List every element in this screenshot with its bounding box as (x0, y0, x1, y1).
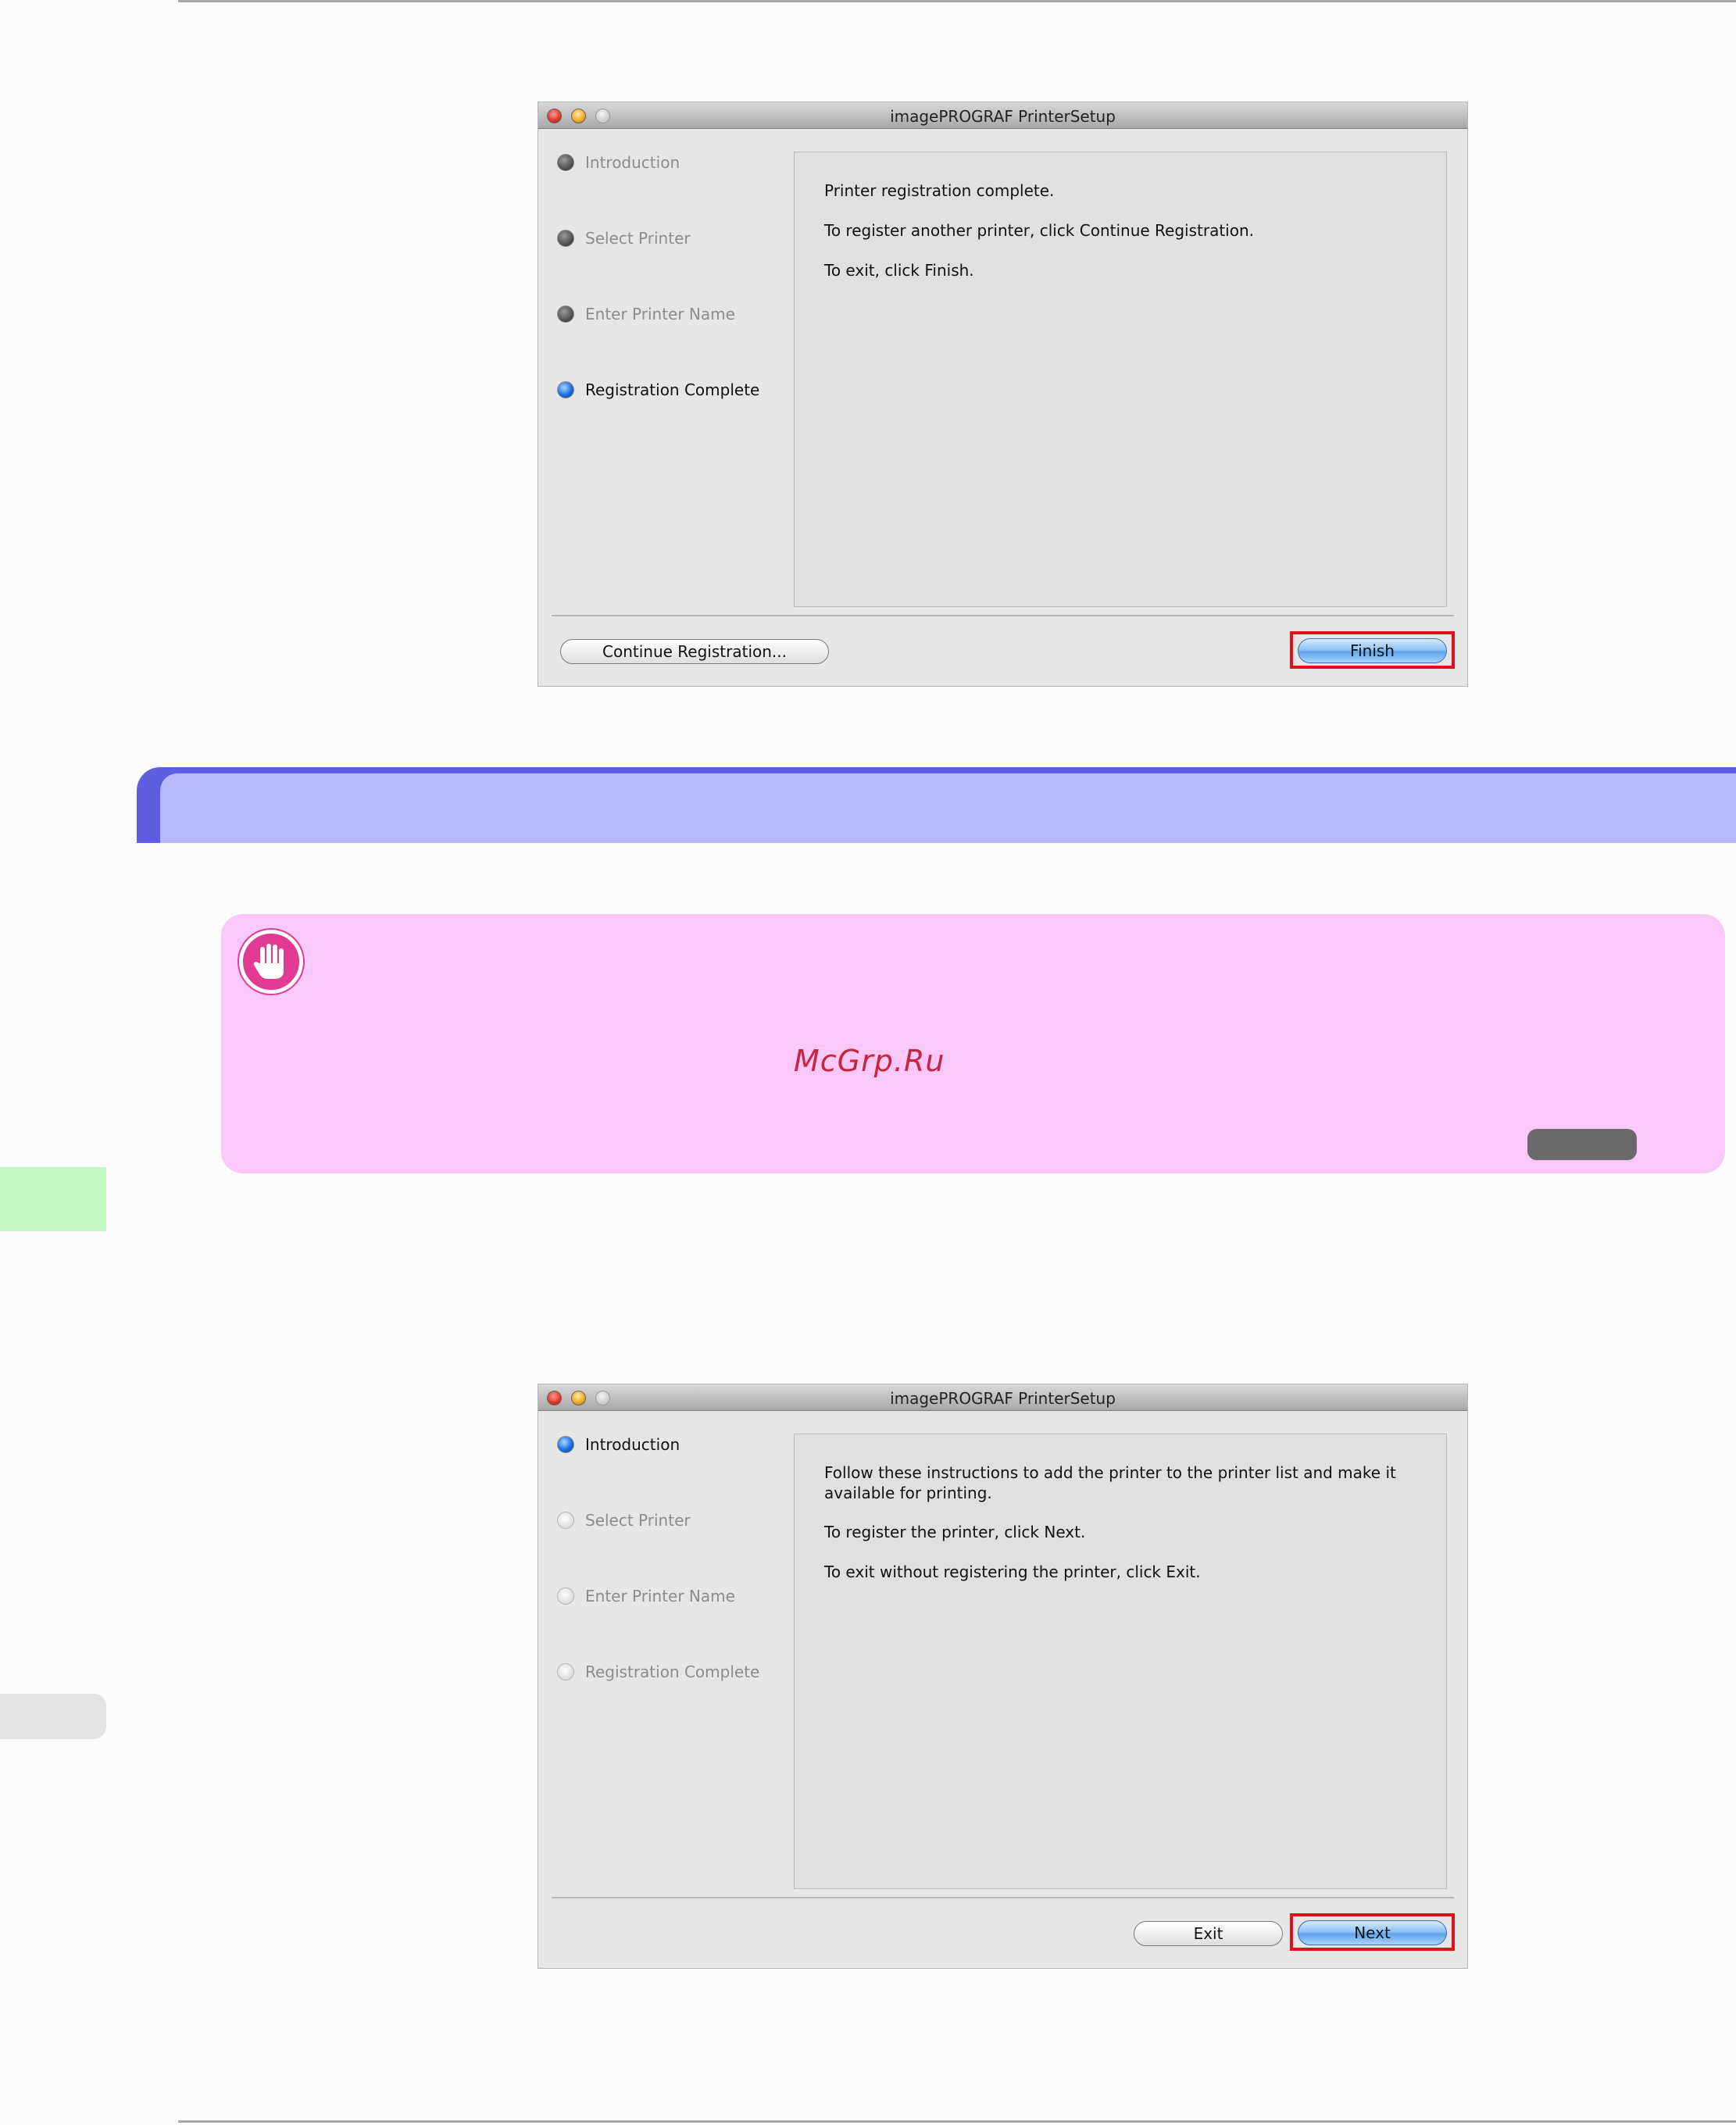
step-pending-indicator-icon (557, 1588, 574, 1605)
next-button[interactable]: Next (1298, 1920, 1447, 1945)
stop-hand-icon (239, 930, 303, 994)
step-done-indicator-icon (557, 305, 574, 323)
step-done-indicator-icon (557, 230, 574, 247)
step-label: Introduction (585, 153, 680, 172)
printer-setup-window-introduction: imagePROGRAF PrinterSetup Introduction S… (538, 1384, 1468, 1969)
watermark-text: McGrp.Ru (794, 1044, 945, 1078)
step-label: Registration Complete (585, 1662, 760, 1681)
panel-text-line: Follow these instructions to add the pri… (824, 1463, 1396, 1502)
step-label: Introduction (585, 1435, 680, 1454)
section-header-inner (160, 773, 1736, 843)
button-divider (552, 1897, 1454, 1898)
note-pill-badge (1527, 1129, 1637, 1160)
side-chapter-tab (0, 1167, 106, 1231)
content-panel: Printer registration complete. To regist… (794, 152, 1447, 607)
window-title: imagePROGRAF PrinterSetup (890, 107, 1116, 126)
exit-button[interactable]: Exit (1134, 1921, 1283, 1946)
window-title: imagePROGRAF PrinterSetup (890, 1389, 1116, 1408)
panel-text-line: To exit without registering the printer,… (824, 1562, 1201, 1581)
title-bar: imagePROGRAF PrinterSetup (538, 102, 1467, 129)
section-header-band (137, 767, 1736, 843)
step-label: Registration Complete (585, 380, 760, 399)
step-current-indicator-icon (557, 381, 574, 398)
finish-button[interactable]: Finish (1298, 638, 1447, 663)
panel-text-line: To register the printer, click Next. (824, 1523, 1086, 1541)
step-pending-indicator-icon (557, 1663, 574, 1680)
bottom-rule (178, 2120, 1736, 2123)
step-label: Enter Printer Name (585, 1587, 735, 1605)
title-bar: imagePROGRAF PrinterSetup (538, 1384, 1467, 1411)
printer-setup-window-complete: imagePROGRAF PrinterSetup Introduction S… (538, 102, 1468, 687)
side-index-tab (0, 1694, 106, 1739)
step-current-indicator-icon (557, 1436, 574, 1453)
important-note-box: McGrp.Ru (221, 914, 1725, 1173)
step-done-indicator-icon (557, 154, 574, 171)
panel-text-line: To register another printer, click Conti… (824, 221, 1254, 240)
panel-text-line: To exit, click Finish. (824, 261, 974, 280)
step-label: Enter Printer Name (585, 305, 735, 323)
panel-text-line: Printer registration complete. (824, 181, 1055, 200)
step-label: Select Printer (585, 229, 691, 248)
step-label: Select Printer (585, 1511, 691, 1530)
top-rule (178, 0, 1736, 2)
step-pending-indicator-icon (557, 1512, 574, 1529)
content-panel: Follow these instructions to add the pri… (794, 1434, 1447, 1889)
button-divider (552, 615, 1454, 616)
continue-registration-button[interactable]: Continue Registration... (560, 639, 829, 664)
